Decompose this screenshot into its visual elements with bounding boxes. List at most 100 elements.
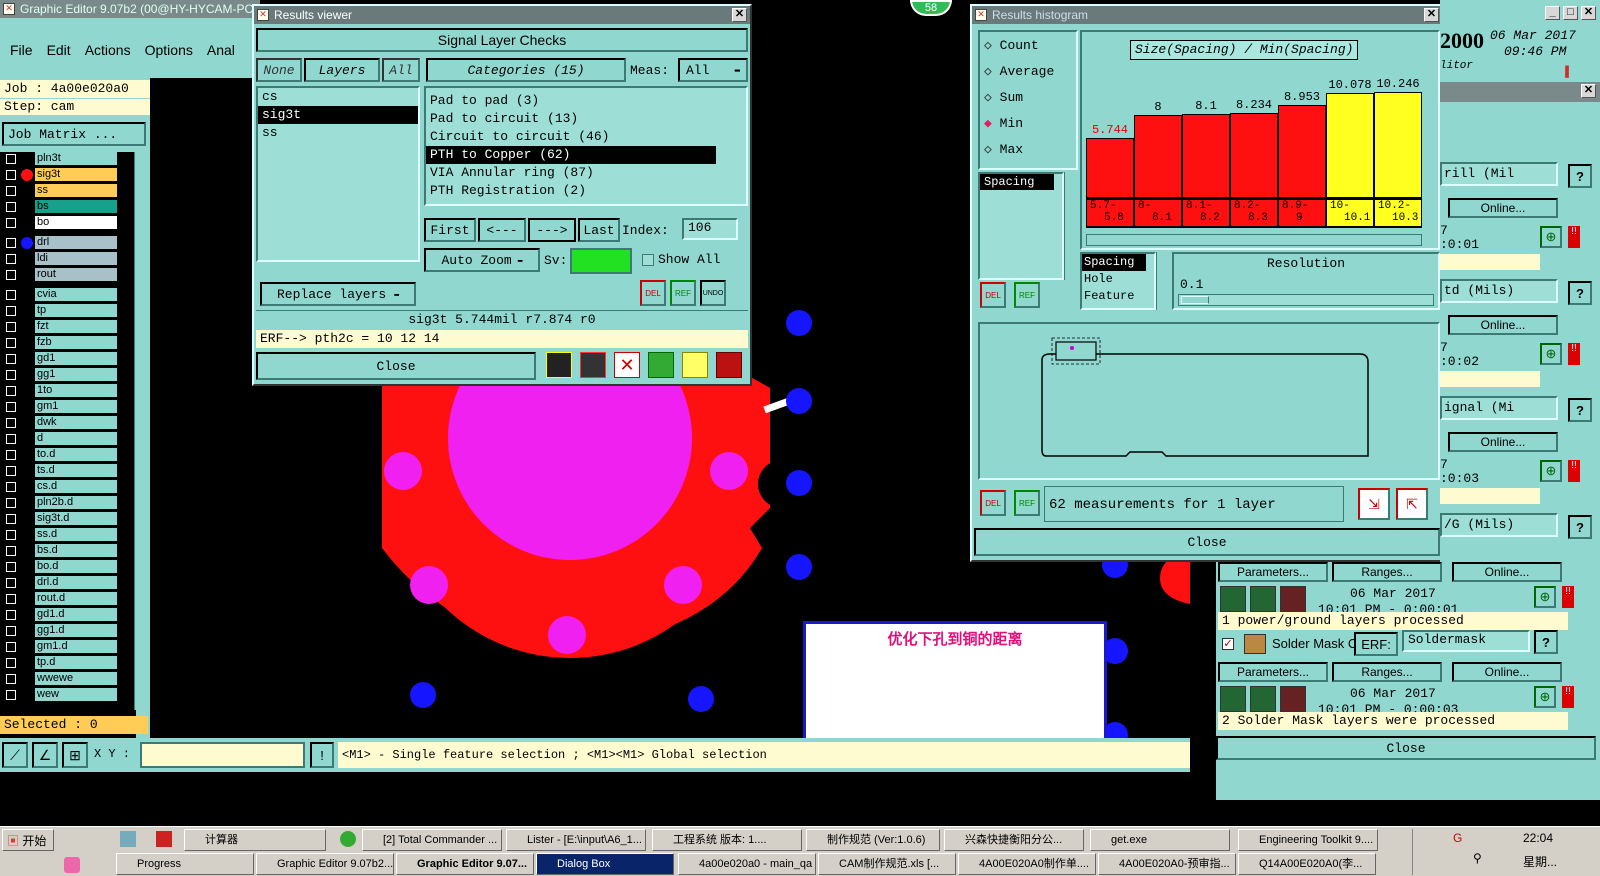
sort-item[interactable]: Hole xyxy=(1082,271,1154,288)
layer-row[interactable]: 1to xyxy=(0,384,136,398)
help-button[interactable]: ? xyxy=(1568,164,1592,188)
ranges-button[interactable]: Ranges... xyxy=(1332,662,1442,682)
notes-icon[interactable] xyxy=(682,352,708,378)
toolkit-field[interactable]: /G (Mils) xyxy=(1440,513,1558,537)
layer-name[interactable]: cs.d xyxy=(35,480,117,493)
layer-checkbox[interactable] xyxy=(6,434,16,444)
layer-checkbox[interactable] xyxy=(6,514,16,524)
radio-icon[interactable]: ◇ xyxy=(984,142,1000,157)
layer-name[interactable]: wew xyxy=(35,688,117,701)
online-button[interactable]: Online... xyxy=(1448,432,1558,452)
layer-name[interactable]: gm1.d xyxy=(35,640,117,653)
alert-icon[interactable]: !! xyxy=(1568,343,1580,365)
prev-button[interactable]: <--- xyxy=(478,218,526,242)
histogram-bar[interactable] xyxy=(1278,105,1326,198)
layer-row[interactable]: bs xyxy=(0,200,136,214)
job-matrix-button[interactable]: Job Matrix ... xyxy=(2,122,146,146)
help-button[interactable]: ? xyxy=(1534,630,1558,654)
layer-row[interactable]: rout xyxy=(0,268,136,282)
close-window-button[interactable]: ✕ xyxy=(1424,8,1439,22)
layer-row[interactable]: tp xyxy=(0,304,136,318)
layer-name[interactable]: gm1 xyxy=(35,400,117,413)
layer-row[interactable]: cvia xyxy=(0,288,136,302)
layer-row[interactable]: tp.d xyxy=(0,656,136,670)
menu-edit[interactable]: Edit xyxy=(47,42,71,58)
layer-checkbox[interactable] xyxy=(6,254,16,264)
layer-name[interactable]: gg1 xyxy=(35,368,117,381)
layer-name[interactable]: cvia xyxy=(35,288,117,301)
layer-checkbox[interactable] xyxy=(6,658,16,668)
ie-icon[interactable] xyxy=(340,831,356,847)
layer-checkbox[interactable] xyxy=(6,498,16,508)
soldermask-field[interactable]: Soldermask xyxy=(1402,630,1530,652)
taskbar-button[interactable]: get.exe xyxy=(1090,829,1230,851)
info-icon[interactable]: ! xyxy=(310,742,334,768)
layer-checkbox[interactable] xyxy=(6,370,16,380)
index-input[interactable]: 106 xyxy=(682,218,738,240)
zoom-result-icon[interactable]: ⊕ xyxy=(1540,460,1562,482)
mode-option[interactable]: ◇ Count xyxy=(984,38,1039,53)
params-button[interactable]: Parameters... xyxy=(1218,662,1328,682)
menu-analysis[interactable]: Anal xyxy=(207,42,235,58)
layer-name[interactable]: ldi xyxy=(35,252,117,265)
mode-option[interactable]: ◇ Average xyxy=(984,64,1054,79)
mode-option[interactable]: ◇ Max xyxy=(984,142,1023,157)
report-icon[interactable] xyxy=(648,352,674,378)
start-button[interactable]: ▣ 开始 xyxy=(2,829,54,851)
ref-icon[interactable]: REF xyxy=(670,280,696,306)
first-button[interactable]: First xyxy=(424,218,476,242)
layer-listbox[interactable]: cs sig3t ss xyxy=(256,86,420,262)
layer-name[interactable]: tp.d xyxy=(35,656,117,669)
radio-icon[interactable]: ◇ xyxy=(984,64,1000,79)
online-button[interactable]: Online... xyxy=(1448,315,1558,335)
layer-name[interactable]: bs.d xyxy=(35,544,117,557)
histogram-bar[interactable] xyxy=(1230,113,1278,198)
field-list-scrollbar[interactable] xyxy=(1064,172,1076,280)
layer-name[interactable]: bs xyxy=(35,200,117,213)
radio-icon[interactable]: ◇ xyxy=(984,90,1000,105)
undo-icon[interactable]: UNDO xyxy=(700,280,726,306)
layer-name[interactable]: rout xyxy=(35,268,117,281)
category-item[interactable]: Pad to circuit (13) xyxy=(426,110,746,128)
zoom-tool-icon[interactable]: ⟋ xyxy=(2,742,28,768)
run-icon[interactable] xyxy=(1220,586,1246,612)
histogram-bar[interactable] xyxy=(1182,114,1230,198)
menu-options[interactable]: Options xyxy=(145,42,193,58)
layer-row[interactable]: ts.d xyxy=(0,464,136,478)
layer-item[interactable]: cs xyxy=(258,88,418,106)
taskbar-button[interactable]: 兴森快捷衡阳分公... xyxy=(944,829,1084,851)
stop-icon[interactable] xyxy=(1280,686,1306,712)
histogram-bar[interactable] xyxy=(1326,93,1374,198)
layer-name[interactable]: d xyxy=(35,432,117,445)
layer-checkbox[interactable] xyxy=(6,530,16,540)
maximize-button[interactable]: □ xyxy=(1563,6,1578,20)
layer-checkbox[interactable] xyxy=(6,690,16,700)
help-button[interactable]: ? xyxy=(1568,515,1592,539)
show-all-checkbox[interactable] xyxy=(642,254,654,266)
radio-selected-icon[interactable]: ◆ xyxy=(984,116,1000,131)
ranges-button[interactable]: Ranges... xyxy=(1332,562,1442,582)
alert-icon[interactable]: !! xyxy=(1562,586,1574,608)
layer-checkbox[interactable] xyxy=(6,202,16,212)
taskbar-button[interactable]: 4A00E020A0-预审指... xyxy=(1098,853,1236,875)
layer-row[interactable]: bo xyxy=(0,216,136,230)
layer-name[interactable]: ss.d xyxy=(35,528,117,541)
zoom-result-icon[interactable]: ⊕ xyxy=(1534,686,1556,708)
taskbar-button[interactable]: 工程系统 版本: 1.... xyxy=(652,829,802,851)
layer-checkbox[interactable] xyxy=(6,218,16,228)
category-item[interactable]: Circuit to circuit (46) xyxy=(426,128,746,146)
layer-checkbox[interactable] xyxy=(6,186,16,196)
sort-list-scrollbar[interactable] xyxy=(1156,252,1168,310)
xy-input[interactable] xyxy=(140,742,305,768)
meas-dropdown[interactable]: All ▬ xyxy=(678,58,748,82)
minimize-button[interactable]: _ xyxy=(1545,6,1560,20)
del-icon[interactable]: DEL xyxy=(980,282,1006,308)
category-item[interactable]: VIA Annular ring (87) xyxy=(426,164,746,182)
ref-icon[interactable]: REF xyxy=(1014,490,1040,516)
layer-row[interactable]: rout.d xyxy=(0,592,136,606)
layer-row[interactable]: sig3t xyxy=(0,168,136,182)
alert-icon[interactable]: !! xyxy=(1568,460,1580,482)
layer-name[interactable]: ts.d xyxy=(35,464,117,477)
layer-row[interactable]: ldi xyxy=(0,252,136,266)
layer-checkbox[interactable] xyxy=(6,482,16,492)
